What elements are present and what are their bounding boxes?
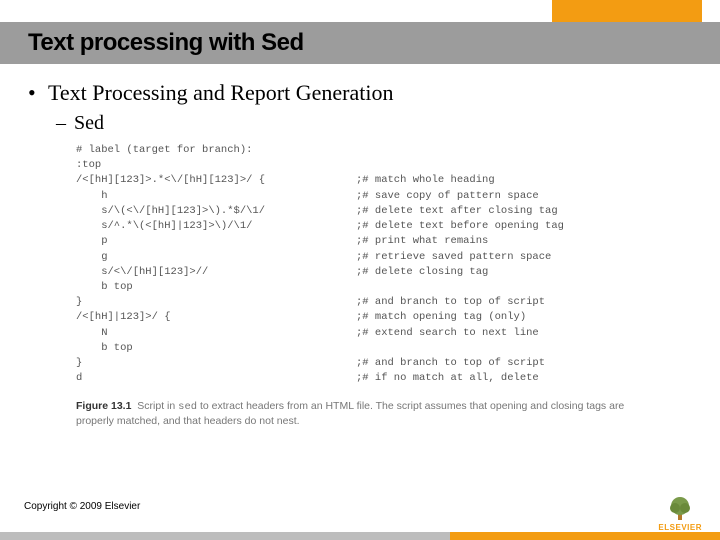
code-left: g xyxy=(76,250,356,265)
footer-bar-orange xyxy=(450,532,720,540)
code-left: } xyxy=(76,295,356,310)
code-left: # label (target for branch): xyxy=(76,143,356,158)
code-comment: ;# match whole heading xyxy=(356,173,692,188)
code-comment: ;# delete closing tag xyxy=(356,265,692,280)
code-left: /<[hH]|123]>/ { xyxy=(76,310,356,325)
footer-bar-gray xyxy=(0,532,450,540)
code-left: h xyxy=(76,189,356,204)
code-comment: ;# retrieve saved pattern space xyxy=(356,250,692,265)
caption-tool: sed xyxy=(178,401,197,413)
code-left: b top xyxy=(76,280,356,295)
code-comment: ;# and branch to top of script xyxy=(356,356,692,371)
code-left: d xyxy=(76,371,356,386)
bullet-sub: – Sed xyxy=(28,112,692,135)
code-left: s/^.*\(<[hH]|123]>\)/\1/ xyxy=(76,219,356,234)
slide-footer: Copyright © 2009 Elsevier ELSEVIER xyxy=(0,496,720,540)
code-left: /<[hH][123]>.*<\/[hH][123]>/ { xyxy=(76,173,356,188)
code-comment: ;# extend search to next line xyxy=(356,326,692,341)
code-comment xyxy=(356,143,692,158)
slide-header: Text processing with Sed xyxy=(0,0,720,64)
code-left: s/<\/[hH][123]>// xyxy=(76,265,356,280)
code-comment: ;# save copy of pattern space xyxy=(356,189,692,204)
code-comment: ;# delete text after closing tag xyxy=(356,204,692,219)
code-comment: ;# print what remains xyxy=(356,234,692,249)
code-left: } xyxy=(76,356,356,371)
sub-bullet-marker: – xyxy=(56,112,74,135)
title-bar: Text processing with Sed xyxy=(0,22,720,64)
code-comment xyxy=(356,158,692,173)
code-comment xyxy=(356,341,692,356)
code-comment: ;# match opening tag (only) xyxy=(356,310,692,325)
publisher-name: ELSEVIER xyxy=(658,523,702,532)
header-accent xyxy=(552,0,702,22)
code-comment: ;# delete text before opening tag xyxy=(356,219,692,234)
bullet-main: • Text Processing and Report Generation xyxy=(28,80,692,106)
slide-body: • Text Processing and Report Generation … xyxy=(0,64,720,428)
figure-number: Figure 13.1 xyxy=(76,400,131,412)
code-left: b top xyxy=(76,341,356,356)
figure-caption: Figure 13.1 Script in sed to extract hea… xyxy=(76,399,636,428)
code-comment: ;# and branch to top of script xyxy=(356,295,692,310)
code-left: p xyxy=(76,234,356,249)
code-left: :top xyxy=(76,158,356,173)
code-left: N xyxy=(76,326,356,341)
bullet-marker: • xyxy=(28,80,48,106)
slide-title: Text processing with Sed xyxy=(0,29,304,57)
bullet-main-text: Text Processing and Report Generation xyxy=(48,80,393,106)
sed-code-listing: # label (target for branch): :top /<[hH]… xyxy=(76,143,692,387)
code-comment: ;# if no match at all, delete xyxy=(356,371,692,386)
copyright-text: Copyright © 2009 Elsevier xyxy=(24,501,140,512)
caption-lead: Script in xyxy=(137,400,178,412)
code-left: s/\(<\/[hH][123]>\).*$/\1/ xyxy=(76,204,356,219)
code-comment xyxy=(356,280,692,295)
bullet-sub-text: Sed xyxy=(74,112,104,135)
elsevier-logo: ELSEVIER xyxy=(658,494,702,532)
tree-icon xyxy=(666,494,694,522)
